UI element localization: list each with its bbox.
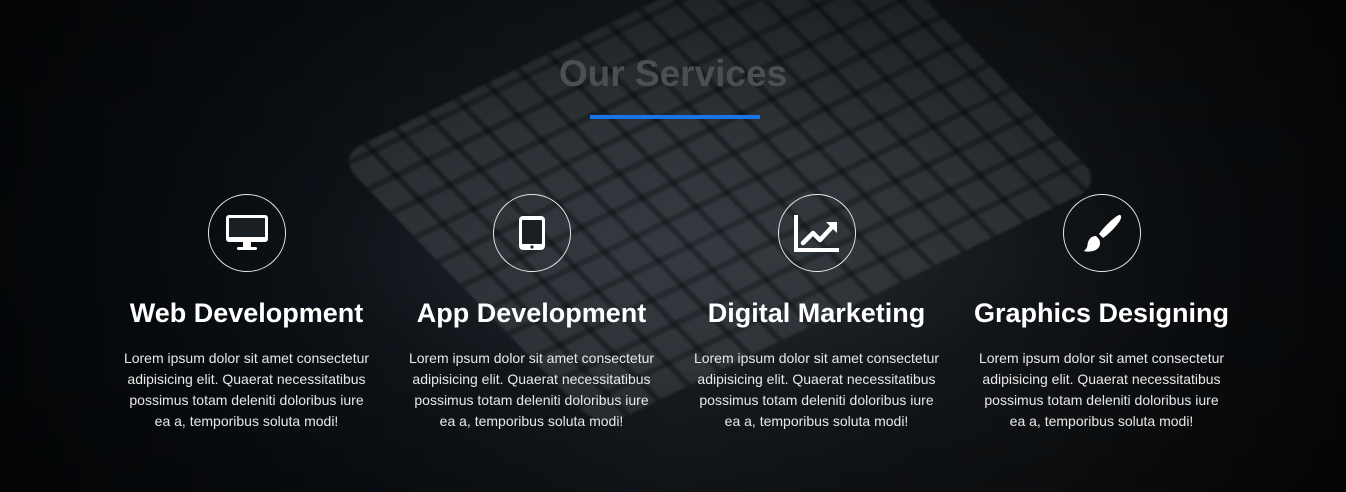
desktop-monitor-icon (225, 215, 268, 250)
title-underline (590, 115, 760, 119)
icon-circle (777, 194, 856, 272)
services-section: Our Services Web Development Lorem ipsum… (0, 0, 1346, 492)
service-description: Lorem ipsum dolor sit amet consectetur a… (978, 350, 1225, 429)
icon-circle (1062, 194, 1141, 272)
service-description: Lorem ipsum dolor sit amet consectetur a… (693, 350, 940, 429)
section-title: Our Services (558, 53, 788, 94)
icon-circle (492, 194, 571, 272)
service-card-app-development: App Development Lorem ipsum dolor sit am… (389, 194, 674, 432)
service-card-digital-marketing: Digital Marketing Lorem ipsum dolor sit … (674, 194, 959, 432)
icon-circle (207, 194, 286, 272)
service-card-graphics-designing: Graphics Designing Lorem ipsum dolor sit… (959, 194, 1244, 432)
service-description: Lorem ipsum dolor sit amet consectetur a… (123, 350, 370, 429)
tablet-icon (518, 216, 545, 250)
paint-brush-icon (1083, 214, 1121, 252)
chart-line-icon (793, 215, 839, 252)
service-title: Digital Marketing (707, 298, 926, 328)
service-title: Web Development (129, 298, 364, 328)
service-title: Graphics Designing (973, 298, 1230, 328)
service-card-web-development: Web Development Lorem ipsum dolor sit am… (104, 194, 389, 432)
services-list: Web Development Lorem ipsum dolor sit am… (104, 194, 1244, 432)
service-title: App Development (416, 298, 647, 328)
service-description: Lorem ipsum dolor sit amet consectetur a… (408, 350, 655, 429)
services-content: Our Services Web Development Lorem ipsum… (0, 0, 1346, 492)
